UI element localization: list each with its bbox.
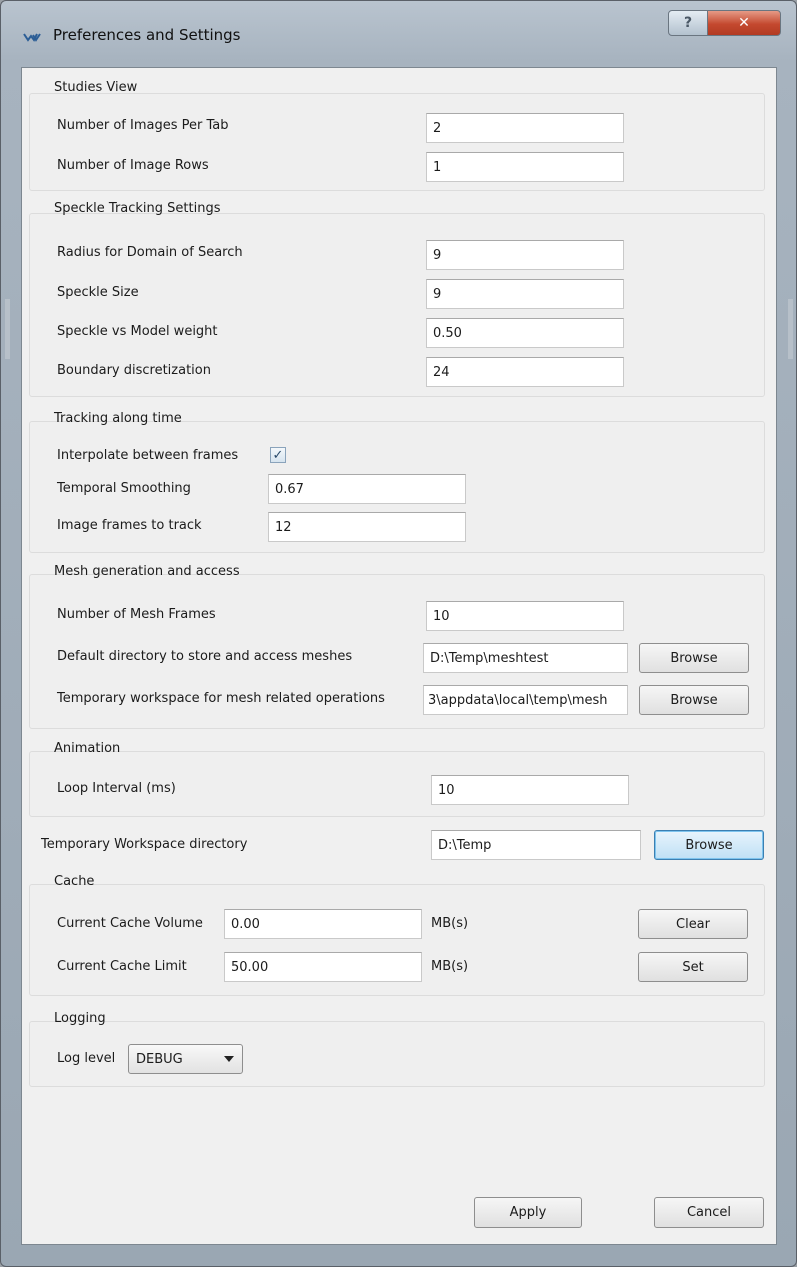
interpolate-label: Interpolate between frames [57, 448, 239, 463]
default-dir-value: D:\Temp\meshtest [430, 650, 549, 666]
left-resize-grip [5, 299, 10, 359]
radius-input[interactable]: 9 [426, 240, 624, 270]
cancel-label: Cancel [686, 1205, 732, 1220]
clear-cache-label: Clear [676, 916, 710, 932]
set-cache-button[interactable]: Set [638, 952, 748, 982]
loop-interval-label: Loop Interval (ms) [57, 781, 176, 796]
workspace-dir-value: D:\Temp [438, 837, 492, 853]
cancel-button[interactable]: Cancel [654, 1197, 764, 1228]
apply-button[interactable]: Apply [474, 1197, 582, 1228]
mesh-frames-input[interactable]: 10 [426, 601, 624, 631]
help-button[interactable]: ? [668, 10, 708, 36]
cache-volume-unit: MB(s) [431, 916, 469, 931]
mesh-title: Mesh generation and access [54, 564, 240, 579]
cache-limit-value: 50.00 [231, 959, 269, 975]
temp-ws-mesh-value: 3\appdata\local\temp\mesh [428, 692, 608, 708]
clear-cache-button[interactable]: Clear [638, 909, 748, 939]
temp-ws-mesh-input[interactable]: 3\appdata\local\temp\mesh [423, 685, 628, 715]
mesh-frames-value: 10 [433, 608, 450, 624]
cache-volume-label: Current Cache Volume [57, 916, 203, 931]
smoothing-input[interactable]: 0.67 [268, 474, 466, 504]
images-per-tab-value: 2 [433, 120, 442, 136]
image-rows-input[interactable]: 1 [426, 152, 624, 182]
preferences-window: Preferences and Settings ? ✕ Studies Vie… [0, 0, 797, 1267]
model-weight-input[interactable]: 0.50 [426, 318, 624, 348]
default-dir-browse-label: Browse [670, 650, 718, 666]
checkmark-icon: ✓ [272, 447, 284, 463]
model-weight-label: Speckle vs Model weight [57, 324, 218, 339]
images-per-tab-label: Number of Images Per Tab [57, 118, 229, 133]
default-dir-input[interactable]: D:\Temp\meshtest [423, 643, 628, 673]
image-rows-label: Number of Image Rows [57, 158, 209, 173]
window-title: Preferences and Settings [53, 26, 241, 44]
studies-view-title: Studies View [54, 80, 138, 95]
speckle-size-value: 9 [433, 286, 442, 302]
cache-volume-input[interactable]: 0.00 [224, 909, 422, 939]
frames-to-track-label: Image frames to track [57, 518, 202, 533]
cache-limit-input[interactable]: 50.00 [224, 952, 422, 982]
set-cache-label: Set [682, 959, 704, 975]
speckle-size-label: Speckle Size [57, 285, 139, 300]
animation-title: Animation [54, 741, 121, 756]
tracking-title: Tracking along time [54, 411, 182, 426]
apply-label: Apply [509, 1205, 547, 1220]
temp-ws-mesh-browse-label: Browse [670, 692, 718, 708]
close-button[interactable]: ✕ [707, 10, 781, 36]
app-logo-icon [23, 33, 41, 42]
workspace-dir-label: Temporary Workspace directory [41, 837, 248, 852]
default-dir-label: Default directory to store and access me… [57, 649, 353, 664]
cache-limit-label: Current Cache Limit [57, 959, 187, 974]
smoothing-value: 0.67 [275, 481, 304, 497]
workspace-browse-label: Browse [685, 837, 733, 853]
radius-value: 9 [433, 247, 442, 263]
cache-volume-value: 0.00 [231, 916, 260, 932]
log-level-select[interactable]: DEBUG [128, 1044, 243, 1074]
log-level-label: Log level [57, 1051, 116, 1066]
frames-to-track-input[interactable]: 12 [268, 512, 466, 542]
boundary-input[interactable]: 24 [426, 357, 624, 387]
cache-limit-unit: MB(s) [431, 959, 469, 974]
mesh-frames-label: Number of Mesh Frames [57, 607, 216, 622]
model-weight-value: 0.50 [433, 325, 462, 341]
close-icon: ✕ [738, 15, 750, 31]
smoothing-label: Temporal Smoothing [57, 481, 191, 496]
log-level-value: DEBUG [136, 1051, 183, 1067]
boundary-label: Boundary discretization [57, 363, 211, 378]
temp-ws-mesh-browse-button[interactable]: Browse [639, 685, 749, 715]
workspace-browse-button[interactable]: Browse [654, 830, 764, 860]
boundary-value: 24 [433, 364, 450, 380]
interpolate-checkbox[interactable]: ✓ [270, 447, 286, 463]
right-resize-grip [788, 299, 793, 359]
speckle-tracking-title: Speckle Tracking Settings [54, 201, 221, 216]
loop-interval-value: 10 [438, 782, 455, 798]
default-dir-browse-button[interactable]: Browse [639, 643, 749, 673]
images-per-tab-input[interactable]: 2 [426, 113, 624, 143]
studies-view-group [29, 93, 765, 191]
workspace-dir-input[interactable]: D:\Temp [431, 830, 641, 860]
speckle-size-input[interactable]: 9 [426, 279, 624, 309]
logging-title: Logging [54, 1011, 106, 1026]
temp-ws-mesh-label: Temporary workspace for mesh related ope… [57, 691, 385, 706]
loop-interval-input[interactable]: 10 [431, 775, 629, 805]
chevron-down-icon [224, 1056, 234, 1062]
title-bar[interactable]: Preferences and Settings ? ✕ [1, 1, 797, 67]
cache-title: Cache [54, 874, 95, 889]
image-rows-value: 1 [433, 159, 442, 175]
help-icon: ? [683, 15, 693, 31]
frames-to-track-value: 12 [275, 519, 292, 535]
radius-label: Radius for Domain of Search [57, 245, 243, 260]
